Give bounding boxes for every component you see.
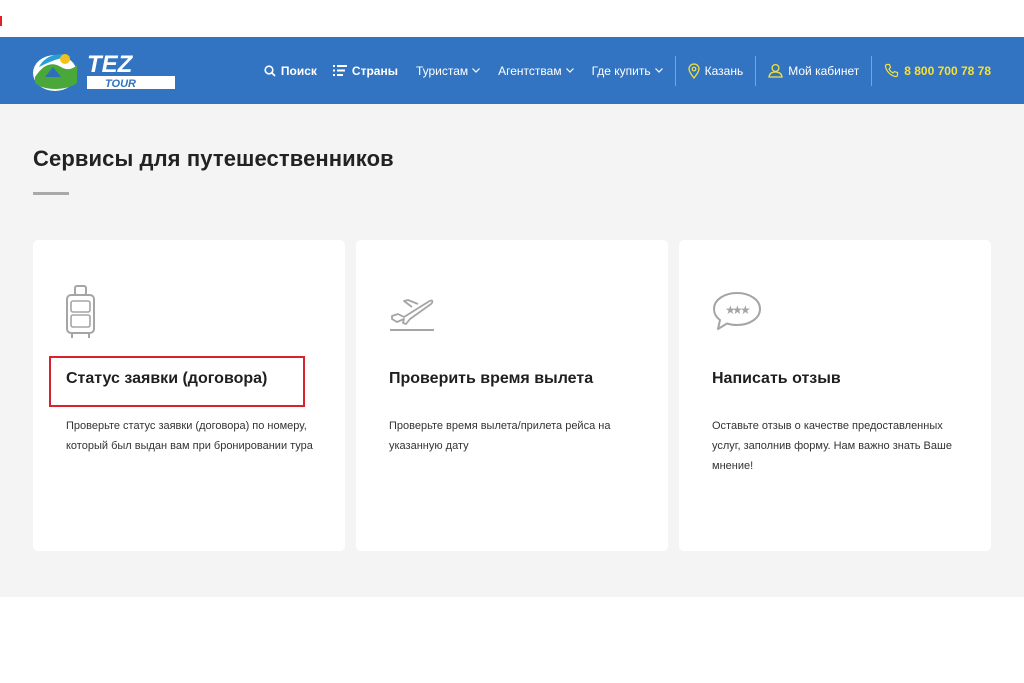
nav-cabinet-label: Мой кабинет (788, 63, 860, 78)
nav-tourists[interactable]: Туристам (415, 37, 481, 104)
phone-icon (884, 63, 899, 78)
list-icon (332, 65, 347, 76)
nav-cabinet[interactable]: Мой кабинет (768, 37, 859, 104)
page-title: Сервисы для путешественников (33, 146, 394, 171)
nav-where-to-buy-label: Где купить (591, 63, 651, 78)
nav-city-label: Казань (704, 63, 744, 78)
nav-divider (755, 55, 757, 86)
nav-agencies[interactable]: Агентствам (498, 37, 574, 104)
nav-search-label: Поиск (280, 63, 317, 78)
card-title[interactable]: Статус заявки (договора) (66, 370, 267, 388)
nav-countries-label: Страны (351, 63, 398, 78)
chevron-down-icon (565, 68, 574, 73)
card-title[interactable]: Проверить время вылета (389, 370, 593, 388)
nav-countries[interactable]: Страны (332, 37, 398, 104)
location-pin-icon (687, 62, 700, 79)
suitcase-icon (63, 284, 99, 345)
chevron-down-icon (654, 68, 663, 73)
card-description: Проверьте статус заявки (договора) по но… (66, 420, 313, 452)
services-section: Сервисы для путешественников Статус заяв… (0, 104, 1024, 597)
card-description: Оставьте отзыв о качестве предоставленны… (712, 420, 952, 472)
svg-text:★: ★ (740, 303, 751, 317)
user-icon (768, 63, 783, 78)
nav-tourists-label: Туристам (415, 63, 469, 78)
main-nav: Поиск Страны Туристам Агентствам Где куп… (264, 37, 991, 104)
search-icon (264, 64, 276, 77)
corner-mark (0, 16, 2, 26)
nav-agencies-label: Агентствам (498, 63, 562, 78)
nav-phone[interactable]: 8 800 700 78 78 (884, 37, 991, 104)
nav-city[interactable]: Казань (687, 37, 744, 104)
nav-divider (871, 55, 873, 86)
title-underline (33, 192, 69, 195)
service-card-status[interactable]: Статус заявки (договора) Проверьте стату… (33, 240, 345, 551)
card-description: Проверьте время вылета/прилета рейса на … (389, 420, 611, 452)
tez-tour-logo[interactable]: TEZ TOUR (31, 47, 181, 93)
service-card-flight-time[interactable]: Проверить время вылета Проверьте время в… (356, 240, 668, 551)
site-header: TEZ TOUR Поиск Страны Туристам Агентства… (0, 37, 1024, 104)
plane-departure-icon (388, 288, 436, 337)
svg-text:TOUR: TOUR (105, 78, 136, 90)
svg-text:TEZ: TEZ (87, 51, 134, 78)
nav-search[interactable]: Поиск (264, 37, 317, 104)
service-card-review[interactable]: ★ ★ ★ Написать отзыв Оставьте отзыв о ка… (679, 240, 991, 551)
nav-phone-label: 8 800 700 78 78 (904, 63, 991, 78)
logo-icon: TEZ TOUR (33, 51, 175, 91)
card-title[interactable]: Написать отзыв (712, 370, 841, 388)
chevron-down-icon (472, 68, 481, 73)
nav-where-to-buy[interactable]: Где купить (592, 37, 663, 104)
review-bubble-icon: ★ ★ ★ (711, 290, 763, 337)
nav-divider (674, 55, 676, 86)
